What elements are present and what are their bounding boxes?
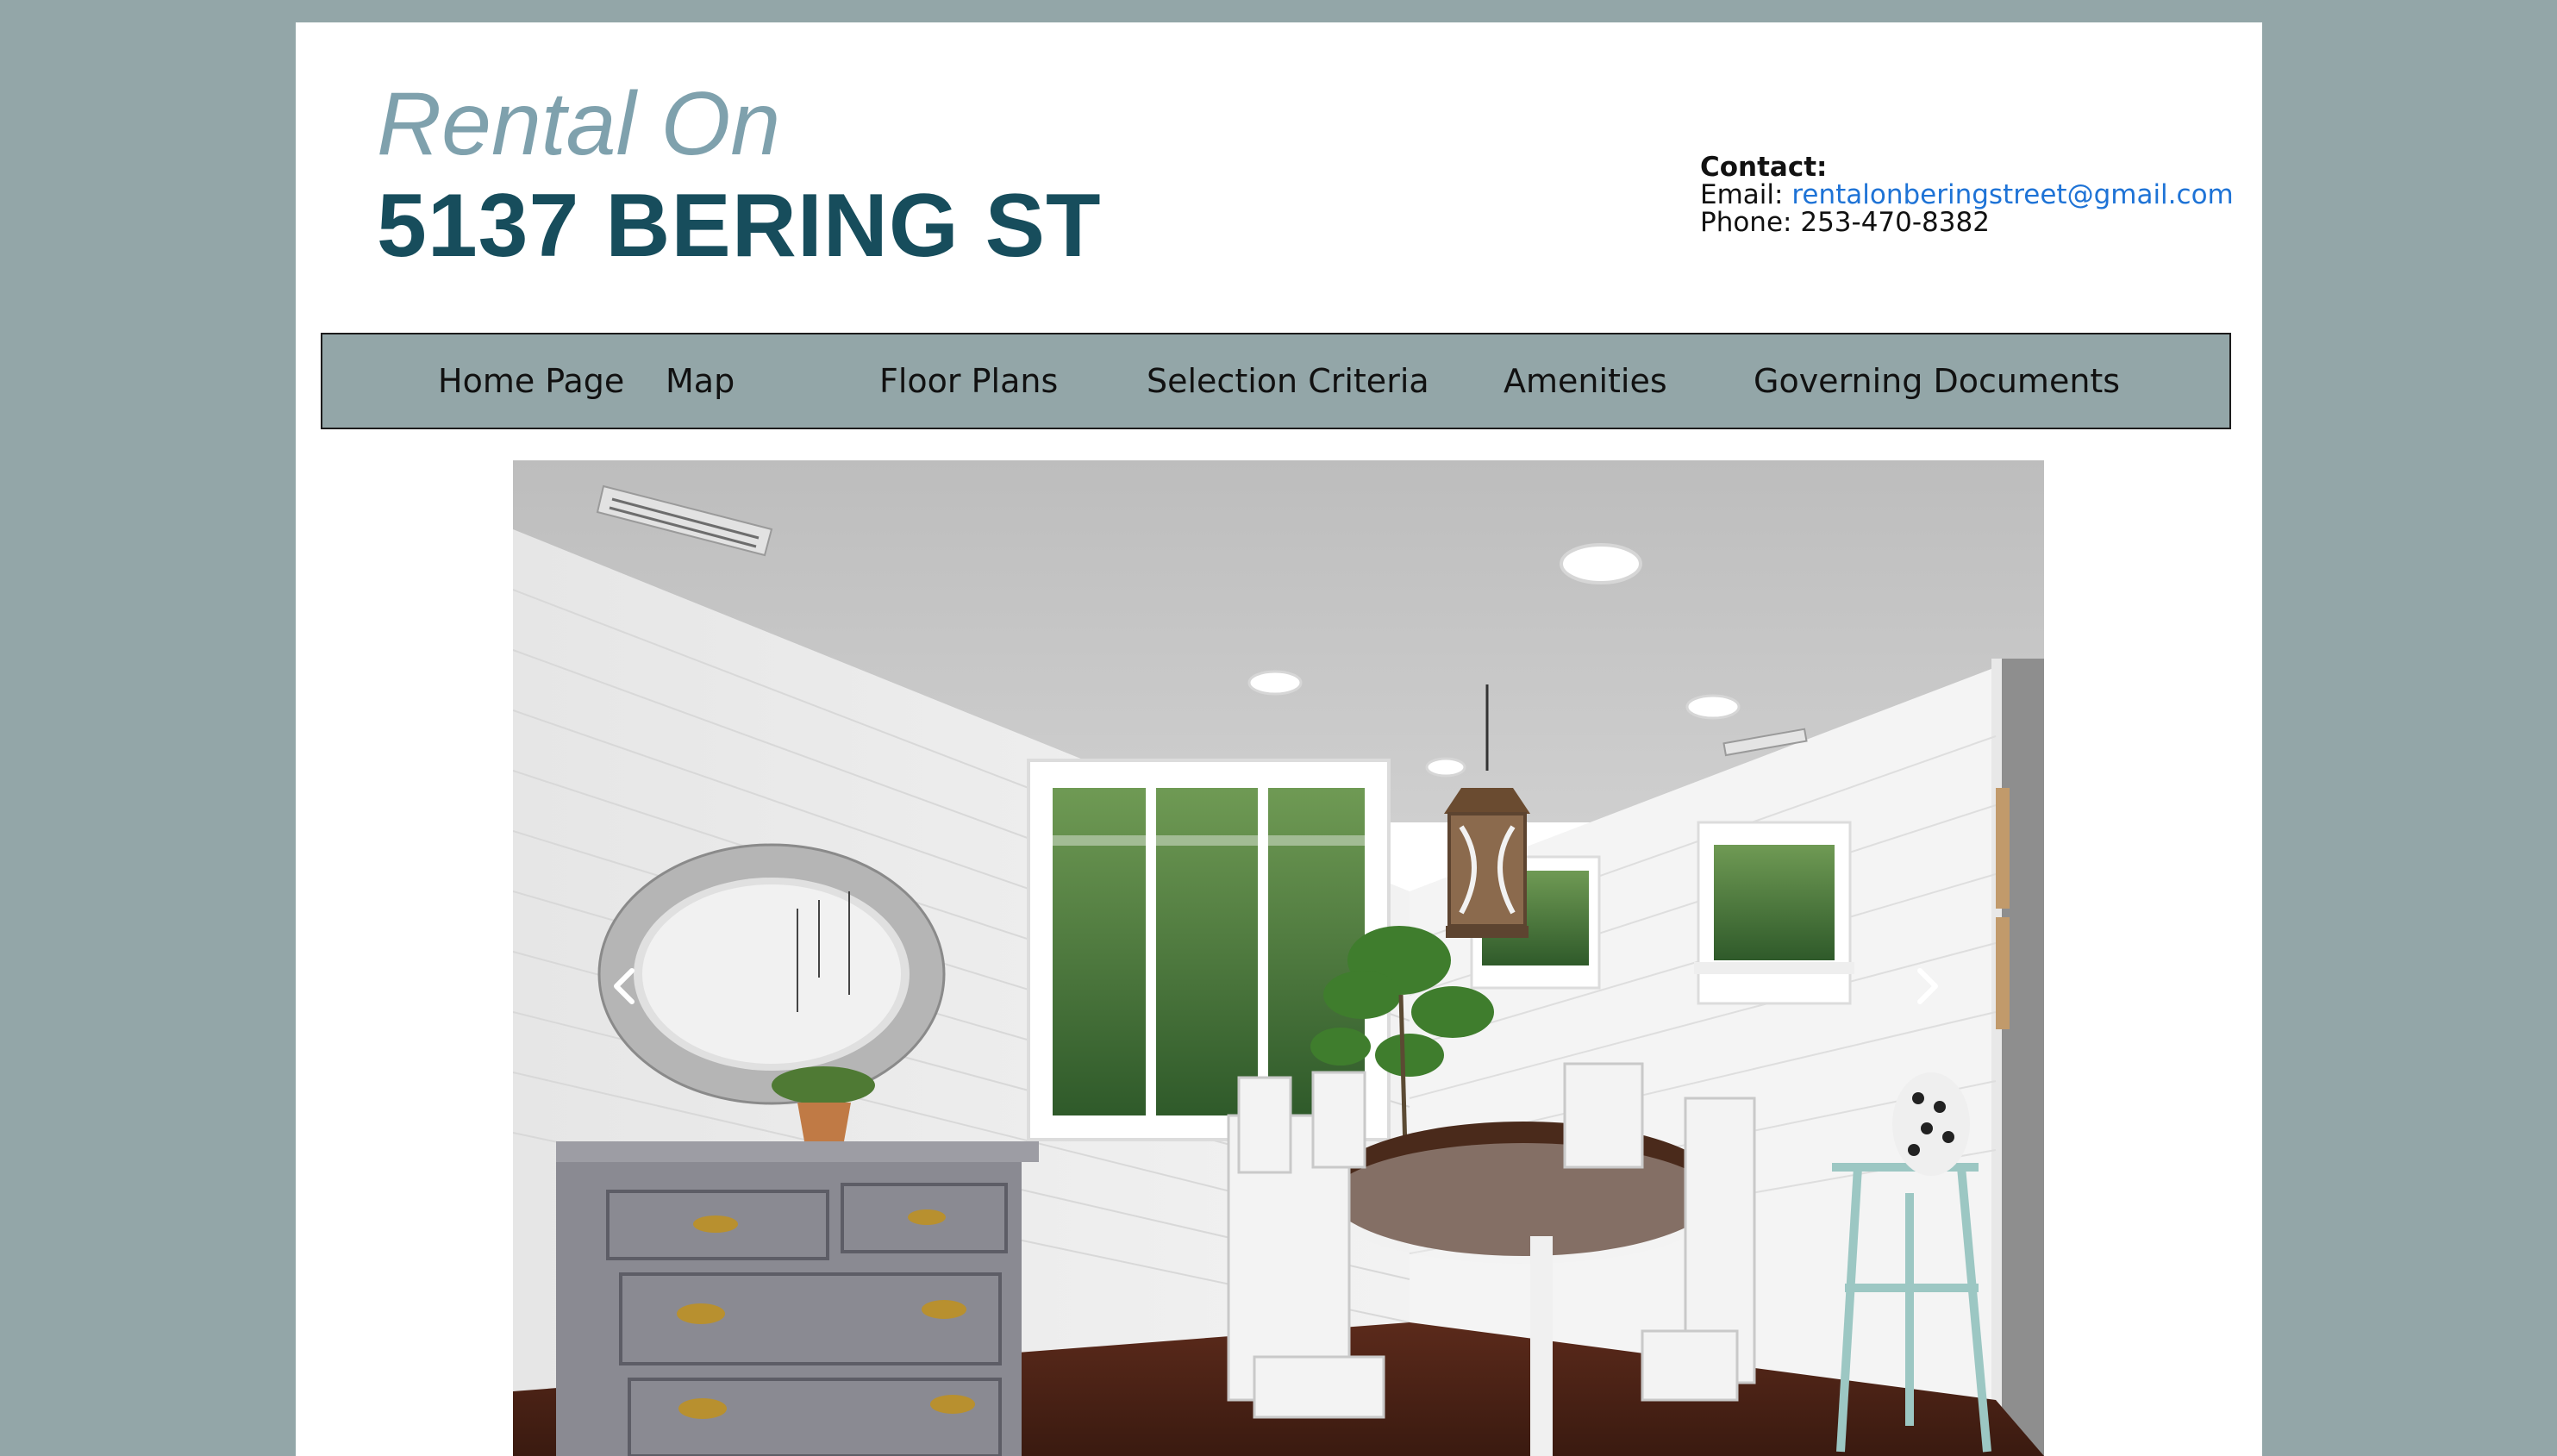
email-link[interactable]: rentalonberingstreet@gmail.com [1791,179,2233,210]
nav-item-floor-plans[interactable]: Floor Plans [879,334,1058,428]
site-title: Rental On 5137 BERING ST [377,74,1102,278]
chevron-right-icon[interactable] [1901,960,1953,1012]
nav-item-selection-criteria[interactable]: Selection Criteria [1147,334,1429,428]
carousel-photo [513,460,2044,1456]
contact-phone-row: Phone: 253-470-8382 [1700,209,2234,236]
phone-label: Phone: [1700,207,1792,238]
carousel [513,460,2044,1456]
contact-heading: Contact: [1700,152,1828,183]
nav-item-governing-documents[interactable]: Governing Documents [1754,334,2120,428]
contact-email-row: Email: rentalonberingstreet@gmail.com [1700,181,2234,209]
site-title-line1: Rental On [377,74,781,174]
chevron-left-icon[interactable] [599,960,651,1012]
nav-item-home-page[interactable]: Home Page [438,334,624,428]
contact-block: Contact: Email: rentalonberingstreet@gma… [1700,153,2234,236]
email-label: Email: [1700,179,1784,210]
main-nav: Home Page Map Floor Plans Selection Crit… [321,333,2231,429]
site-title-line2: 5137 BERING ST [377,176,1102,276]
nav-item-amenities[interactable]: Amenities [1504,334,1667,428]
phone-number: 253-470-8382 [1800,207,1990,238]
page-container: Rental On 5137 BERING ST Contact: Email:… [296,22,2262,1456]
nav-item-map[interactable]: Map [666,334,735,428]
